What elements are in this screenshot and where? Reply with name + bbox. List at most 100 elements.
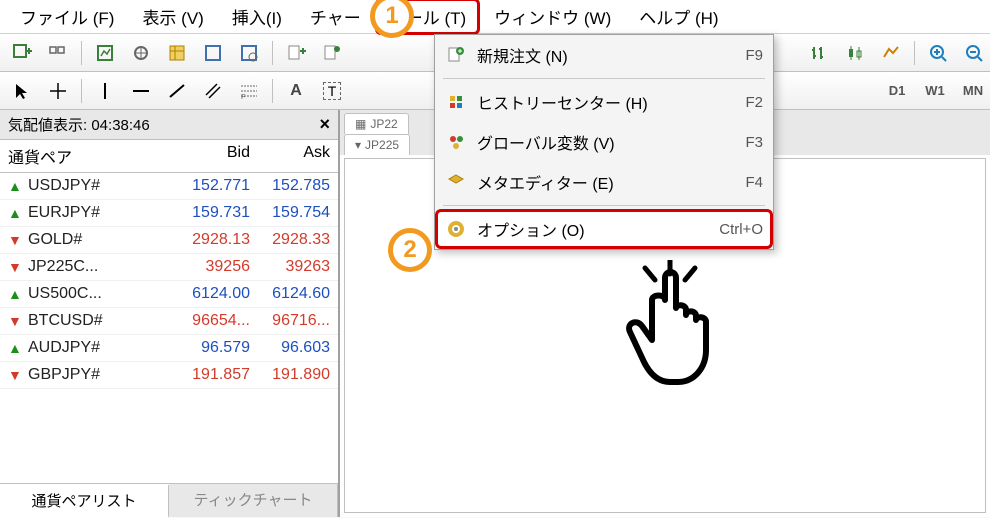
menu-metaeditor[interactable]: メタエディター (E) F4 bbox=[435, 162, 773, 202]
tab-ticks[interactable]: ティックチャート bbox=[169, 484, 338, 517]
ask-price: 96.603 bbox=[250, 339, 330, 357]
col-ask: Ask bbox=[250, 144, 330, 168]
zoom-out-btn[interactable] bbox=[958, 38, 990, 68]
menu-label: ヒストリーセンター (H) bbox=[477, 90, 735, 114]
separator bbox=[81, 79, 82, 103]
zoom-in-btn[interactable] bbox=[922, 38, 954, 68]
menu-global-vars[interactable]: グローバル変数 (V) F3 bbox=[435, 122, 773, 162]
menu-new-order[interactable]: 新規注文 (N) F9 bbox=[435, 35, 773, 75]
text-tool[interactable]: A bbox=[280, 76, 312, 106]
profile-btn[interactable] bbox=[42, 38, 74, 68]
table-row[interactable]: ▼BTCUSD#96654...96716... bbox=[0, 308, 338, 335]
metaeditor-icon bbox=[445, 173, 467, 191]
chart-tab-2[interactable]: ▾JP225 bbox=[344, 134, 410, 155]
ask-price: 2928.33 bbox=[250, 231, 330, 249]
separator bbox=[443, 205, 765, 206]
table-row[interactable]: ▼GOLD#2928.132928.33 bbox=[0, 227, 338, 254]
menu-chart[interactable]: チャー bbox=[296, 0, 375, 35]
timeframe-mn[interactable]: MN bbox=[956, 76, 990, 106]
col-symbol: 通貨ペア bbox=[8, 144, 170, 168]
table-row[interactable]: ▲US500C...6124.006124.60 bbox=[0, 281, 338, 308]
menu-shortcut: F9 bbox=[745, 47, 763, 64]
menu-shortcut: F4 bbox=[745, 174, 763, 191]
chart-tab-1[interactable]: ▦JP22 bbox=[344, 113, 409, 134]
equidistant-btn[interactable] bbox=[197, 76, 229, 106]
arrow-up-icon: ▲ bbox=[8, 178, 28, 194]
data-window-btn[interactable] bbox=[125, 38, 157, 68]
separator bbox=[443, 78, 765, 79]
chart-icon: ▦ bbox=[355, 117, 366, 131]
table-row[interactable]: ▲EURJPY#159.731159.754 bbox=[0, 200, 338, 227]
strategy-tester-btn[interactable] bbox=[233, 38, 265, 68]
timeframe-d1[interactable]: D1 bbox=[880, 76, 914, 106]
market-watch-title: 気配値表示: 04:38:46 × bbox=[0, 110, 338, 140]
text-label-tool[interactable]: T bbox=[316, 76, 348, 106]
metaeditor-btn[interactable] bbox=[316, 38, 348, 68]
menu-label: オプション (O) bbox=[477, 217, 709, 241]
ask-price: 191.890 bbox=[250, 366, 330, 384]
menu-label: 新規注文 (N) bbox=[477, 43, 735, 67]
bid-price: 2928.13 bbox=[170, 231, 250, 249]
svg-text:F: F bbox=[241, 94, 245, 99]
navigator-btn[interactable] bbox=[161, 38, 193, 68]
new-order-icon bbox=[445, 46, 467, 64]
menu-insert[interactable]: 挿入(I) bbox=[218, 0, 296, 35]
menu-label: メタエディター (E) bbox=[477, 170, 735, 194]
bid-price: 96654... bbox=[170, 312, 250, 330]
market-watch-btn[interactable] bbox=[89, 38, 121, 68]
terminal-btn[interactable] bbox=[197, 38, 229, 68]
candle-chart-btn[interactable] bbox=[839, 38, 871, 68]
menubar: ファイル (F) 表示 (V) 挿入(I) チャー ツール (T) ウィンドウ … bbox=[0, 0, 990, 34]
tools-dropdown: 新規注文 (N) F9 ヒストリーセンター (H) F2 グローバル変数 (V)… bbox=[434, 34, 774, 250]
tab-symbols[interactable]: 通貨ペアリスト bbox=[0, 485, 169, 518]
table-row[interactable]: ▼GBPJPY#191.857191.890 bbox=[0, 362, 338, 389]
new-order-btn[interactable] bbox=[280, 38, 312, 68]
symbol-name: US500C... bbox=[28, 285, 170, 303]
menu-file[interactable]: ファイル (F) bbox=[6, 0, 128, 35]
options-icon bbox=[445, 220, 467, 238]
menu-help[interactable]: ヘルプ (H) bbox=[625, 0, 732, 35]
menu-shortcut: Ctrl+O bbox=[719, 221, 763, 238]
hline-btn[interactable] bbox=[125, 76, 157, 106]
menu-label: グローバル変数 (V) bbox=[477, 130, 735, 154]
mw-title-prefix: 気配値表示: bbox=[8, 117, 91, 134]
annotation-badge-2: 2 bbox=[388, 228, 432, 272]
cursor-btn[interactable] bbox=[6, 76, 38, 106]
menu-shortcut: F2 bbox=[745, 94, 763, 111]
bid-price: 191.857 bbox=[170, 366, 250, 384]
menu-options[interactable]: オプション (O) Ctrl+O bbox=[435, 209, 773, 249]
vline-btn[interactable] bbox=[89, 76, 121, 106]
menu-window[interactable]: ウィンドウ (W) bbox=[480, 0, 625, 35]
table-row[interactable]: ▼JP225C...3925639263 bbox=[0, 254, 338, 281]
separator bbox=[81, 41, 82, 65]
arrow-down-icon: ▼ bbox=[8, 232, 28, 248]
timeframe-w1[interactable]: W1 bbox=[918, 76, 952, 106]
crosshair-btn[interactable] bbox=[42, 76, 74, 106]
close-icon[interactable]: × bbox=[319, 114, 330, 135]
line-chart-btn[interactable] bbox=[875, 38, 907, 68]
ask-price: 96716... bbox=[250, 312, 330, 330]
menu-history[interactable]: ヒストリーセンター (H) F2 bbox=[435, 82, 773, 122]
arrow-up-icon: ▲ bbox=[8, 205, 28, 221]
fibo-btn[interactable]: F bbox=[233, 76, 265, 106]
ask-price: 39263 bbox=[250, 258, 330, 276]
trendline-btn[interactable] bbox=[161, 76, 193, 106]
symbol-name: USDJPY# bbox=[28, 177, 170, 195]
chevron-down-icon: ▾ bbox=[355, 138, 361, 152]
ask-price: 152.785 bbox=[250, 177, 330, 195]
symbol-name: GOLD# bbox=[28, 231, 170, 249]
new-chart-btn[interactable] bbox=[6, 38, 38, 68]
table-row[interactable]: ▲USDJPY#152.771152.785 bbox=[0, 173, 338, 200]
mw-time: 04:38:46 bbox=[91, 117, 149, 134]
market-watch-tabs: 通貨ペアリスト ティックチャート bbox=[0, 483, 338, 517]
ask-price: 159.754 bbox=[250, 204, 330, 222]
bar-chart-btn[interactable] bbox=[803, 38, 835, 68]
history-icon bbox=[445, 93, 467, 111]
separator bbox=[272, 79, 273, 103]
table-row[interactable]: ▲AUDJPY#96.57996.603 bbox=[0, 335, 338, 362]
menu-view[interactable]: 表示 (V) bbox=[128, 0, 217, 35]
ask-price: 6124.60 bbox=[250, 285, 330, 303]
separator bbox=[272, 41, 273, 65]
market-watch-panel: 気配値表示: 04:38:46 × 通貨ペア Bid Ask ▲USDJPY#1… bbox=[0, 110, 340, 517]
arrow-down-icon: ▼ bbox=[8, 313, 28, 329]
